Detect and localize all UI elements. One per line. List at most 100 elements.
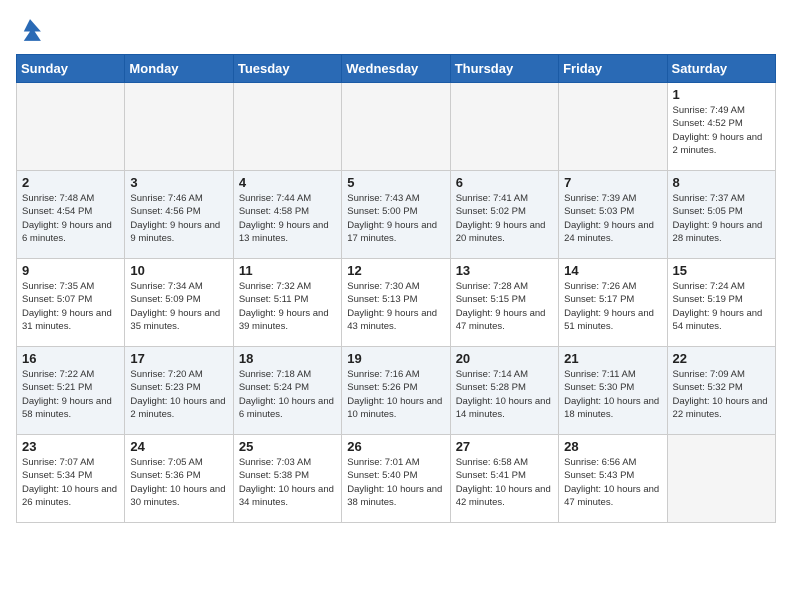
weekday-sunday: Sunday (17, 55, 125, 83)
calendar-cell: 28Sunrise: 6:56 AM Sunset: 5:43 PM Dayli… (559, 435, 667, 523)
calendar-cell (667, 435, 775, 523)
day-info: Sunrise: 7:46 AM Sunset: 4:56 PM Dayligh… (130, 192, 227, 245)
calendar-cell (450, 83, 558, 171)
day-number: 23 (22, 439, 119, 454)
day-number: 11 (239, 263, 336, 278)
day-info: Sunrise: 7:05 AM Sunset: 5:36 PM Dayligh… (130, 456, 227, 509)
day-number: 7 (564, 175, 661, 190)
day-info: Sunrise: 7:49 AM Sunset: 4:52 PM Dayligh… (673, 104, 770, 157)
day-info: Sunrise: 7:26 AM Sunset: 5:17 PM Dayligh… (564, 280, 661, 333)
day-info: Sunrise: 7:32 AM Sunset: 5:11 PM Dayligh… (239, 280, 336, 333)
logo-icon (16, 16, 44, 44)
calendar-week-1: 1 Sunrise: 7:49 AM Sunset: 4:52 PM Daylig… (17, 83, 776, 171)
weekday-saturday: Saturday (667, 55, 775, 83)
day-info: Sunrise: 7:37 AM Sunset: 5:05 PM Dayligh… (673, 192, 770, 245)
calendar-cell: 3Sunrise: 7:46 AM Sunset: 4:56 PM Daylig… (125, 171, 233, 259)
calendar-cell: 4 Sunrise: 7:44 AM Sunset: 4:58 PM Daylig… (233, 171, 341, 259)
calendar-cell: 19 Sunrise: 7:16 AM Sunset: 5:26 PM Dayli… (342, 347, 450, 435)
day-number: 14 (564, 263, 661, 278)
day-info: Sunrise: 7:35 AM Sunset: 5:07 PM Dayligh… (22, 280, 119, 333)
calendar-cell: 1 Sunrise: 7:49 AM Sunset: 4:52 PM Daylig… (667, 83, 775, 171)
day-info: Sunrise: 7:48 AM Sunset: 4:54 PM Dayligh… (22, 192, 119, 245)
day-number: 5 (347, 175, 444, 190)
calendar-cell (233, 83, 341, 171)
day-number: 12 (347, 263, 444, 278)
calendar-cell (17, 83, 125, 171)
logo (16, 16, 48, 44)
calendar-cell: 15 Sunrise: 7:24 AM Sunset: 5:19 PM Dayli… (667, 259, 775, 347)
calendar-table: SundayMondayTuesdayWednesdayThursdayFrid… (16, 54, 776, 523)
page-header (16, 16, 776, 44)
day-number: 6 (456, 175, 553, 190)
day-number: 2 (22, 175, 119, 190)
day-info: Sunrise: 7:03 AM Sunset: 5:38 PM Dayligh… (239, 456, 336, 509)
calendar-cell: 13 Sunrise: 7:28 AM Sunset: 5:15 PM Dayli… (450, 259, 558, 347)
day-number: 20 (456, 351, 553, 366)
calendar-cell: 23 Sunrise: 7:07 AM Sunset: 5:34 PM Dayli… (17, 435, 125, 523)
day-number: 27 (456, 439, 553, 454)
day-number: 28 (564, 439, 661, 454)
day-info: Sunrise: 7:18 AM Sunset: 5:24 PM Dayligh… (239, 368, 336, 421)
calendar-cell: 5 Sunrise: 7:43 AM Sunset: 5:00 PM Daylig… (342, 171, 450, 259)
day-info: Sunrise: 7:16 AM Sunset: 5:26 PM Dayligh… (347, 368, 444, 421)
weekday-header-row: SundayMondayTuesdayWednesdayThursdayFrid… (17, 55, 776, 83)
day-number: 25 (239, 439, 336, 454)
day-number: 24 (130, 439, 227, 454)
day-number: 26 (347, 439, 444, 454)
calendar-week-3: 9Sunrise: 7:35 AM Sunset: 5:07 PM Daylig… (17, 259, 776, 347)
day-number: 16 (22, 351, 119, 366)
calendar-cell (125, 83, 233, 171)
day-info: Sunrise: 7:20 AM Sunset: 5:23 PM Dayligh… (130, 368, 227, 421)
day-number: 8 (673, 175, 770, 190)
day-info: Sunrise: 7:43 AM Sunset: 5:00 PM Dayligh… (347, 192, 444, 245)
day-info: Sunrise: 7:01 AM Sunset: 5:40 PM Dayligh… (347, 456, 444, 509)
calendar-cell: 2 Sunrise: 7:48 AM Sunset: 4:54 PM Daylig… (17, 171, 125, 259)
weekday-thursday: Thursday (450, 55, 558, 83)
day-info: Sunrise: 7:11 AM Sunset: 5:30 PM Dayligh… (564, 368, 661, 421)
calendar-cell: 26 Sunrise: 7:01 AM Sunset: 5:40 PM Dayli… (342, 435, 450, 523)
day-number: 19 (347, 351, 444, 366)
calendar-week-5: 23 Sunrise: 7:07 AM Sunset: 5:34 PM Dayli… (17, 435, 776, 523)
day-info: Sunrise: 7:07 AM Sunset: 5:34 PM Dayligh… (22, 456, 119, 509)
weekday-friday: Friday (559, 55, 667, 83)
day-number: 21 (564, 351, 661, 366)
weekday-monday: Monday (125, 55, 233, 83)
day-number: 22 (673, 351, 770, 366)
calendar-cell: 17 Sunrise: 7:20 AM Sunset: 5:23 PM Dayli… (125, 347, 233, 435)
calendar-cell: 18Sunrise: 7:18 AM Sunset: 5:24 PM Dayli… (233, 347, 341, 435)
day-info: Sunrise: 7:30 AM Sunset: 5:13 PM Dayligh… (347, 280, 444, 333)
calendar-cell (559, 83, 667, 171)
day-info: Sunrise: 6:58 AM Sunset: 5:41 PM Dayligh… (456, 456, 553, 509)
weekday-wednesday: Wednesday (342, 55, 450, 83)
calendar-cell: 25 Sunrise: 7:03 AM Sunset: 5:38 PM Dayli… (233, 435, 341, 523)
calendar-cell: 20 Sunrise: 7:14 AM Sunset: 5:28 PM Dayli… (450, 347, 558, 435)
calendar-cell: 21 Sunrise: 7:11 AM Sunset: 5:30 PM Dayli… (559, 347, 667, 435)
calendar-cell: 11 Sunrise: 7:32 AM Sunset: 5:11 PM Dayli… (233, 259, 341, 347)
day-number: 10 (130, 263, 227, 278)
day-info: Sunrise: 7:14 AM Sunset: 5:28 PM Dayligh… (456, 368, 553, 421)
calendar-cell: 22 Sunrise: 7:09 AM Sunset: 5:32 PM Dayli… (667, 347, 775, 435)
calendar-cell: 14 Sunrise: 7:26 AM Sunset: 5:17 PM Dayli… (559, 259, 667, 347)
day-info: Sunrise: 7:22 AM Sunset: 5:21 PM Dayligh… (22, 368, 119, 421)
day-info: Sunrise: 7:44 AM Sunset: 4:58 PM Dayligh… (239, 192, 336, 245)
calendar-cell: 27 Sunrise: 6:58 AM Sunset: 5:41 PM Dayli… (450, 435, 558, 523)
day-info: Sunrise: 7:41 AM Sunset: 5:02 PM Dayligh… (456, 192, 553, 245)
day-number: 4 (239, 175, 336, 190)
day-number: 15 (673, 263, 770, 278)
calendar-cell: 10 Sunrise: 7:34 AM Sunset: 5:09 PM Dayli… (125, 259, 233, 347)
day-number: 17 (130, 351, 227, 366)
day-number: 1 (673, 87, 770, 102)
calendar-week-2: 2 Sunrise: 7:48 AM Sunset: 4:54 PM Daylig… (17, 171, 776, 259)
calendar-cell: 24 Sunrise: 7:05 AM Sunset: 5:36 PM Dayli… (125, 435, 233, 523)
day-info: Sunrise: 7:28 AM Sunset: 5:15 PM Dayligh… (456, 280, 553, 333)
calendar-cell (342, 83, 450, 171)
day-number: 13 (456, 263, 553, 278)
weekday-tuesday: Tuesday (233, 55, 341, 83)
day-info: Sunrise: 7:09 AM Sunset: 5:32 PM Dayligh… (673, 368, 770, 421)
calendar-cell: 9Sunrise: 7:35 AM Sunset: 5:07 PM Daylig… (17, 259, 125, 347)
day-info: Sunrise: 7:39 AM Sunset: 5:03 PM Dayligh… (564, 192, 661, 245)
calendar-week-4: 16 Sunrise: 7:22 AM Sunset: 5:21 PM Dayli… (17, 347, 776, 435)
calendar-cell: 6 Sunrise: 7:41 AM Sunset: 5:02 PM Daylig… (450, 171, 558, 259)
day-info: Sunrise: 7:34 AM Sunset: 5:09 PM Dayligh… (130, 280, 227, 333)
day-info: Sunrise: 7:24 AM Sunset: 5:19 PM Dayligh… (673, 280, 770, 333)
